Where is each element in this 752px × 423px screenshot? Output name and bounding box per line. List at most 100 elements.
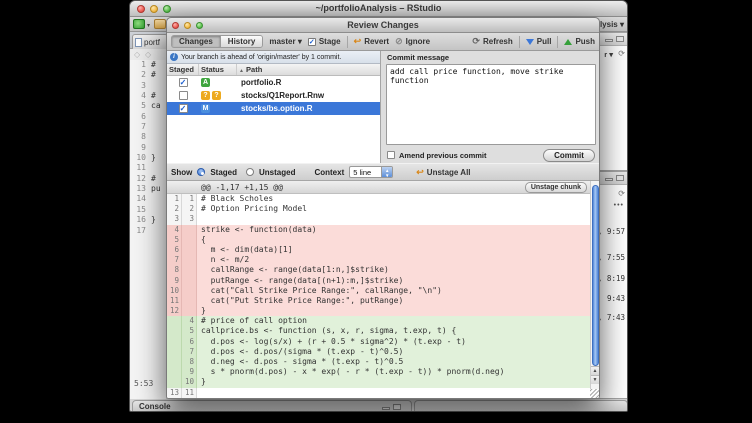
line-number: 12 — [130, 174, 146, 184]
commit-message-input[interactable]: add call price function, move strike fun… — [386, 64, 596, 145]
column-staged[interactable]: Staged — [167, 64, 199, 75]
line-number: 8 — [130, 132, 146, 142]
diff-line-del[interactable]: 11 cat("Put Strike Price Range:", putRan… — [167, 296, 590, 306]
pull-button[interactable]: Pull — [526, 37, 552, 46]
file-row[interactable]: ✓Aportfolio.R — [167, 76, 380, 89]
diff-code: d.neg <- d.pos - sigma * (t.exp - t)^0.5 — [197, 357, 403, 367]
diff-line-ctx[interactable]: 1311 — [167, 388, 590, 398]
file-list: ✓Aportfolio.R??stocks/Q1Report.Rnw ✓ Mstoc… — [167, 76, 380, 163]
diff-line-add[interactable]: 5callprice.bs <- function (s, x, r, sigm… — [167, 326, 590, 336]
file-path: stocks/bs.option.R — [237, 104, 380, 113]
file-row[interactable]: ??stocks/Q1Report.Rnw — [167, 89, 380, 102]
diff-line-del[interactable]: 7 n <- m/2 — [167, 255, 590, 265]
diff-line-ctx[interactable]: 22# Option Pricing Model — [167, 204, 590, 214]
new-file-icon[interactable] — [133, 19, 145, 29]
line-text — [146, 226, 151, 236]
old-line-number: 13 — [167, 388, 182, 398]
line-number: 10 — [130, 153, 146, 163]
context-select[interactable]: 5 line ▲▼ — [349, 166, 393, 178]
amend-checkbox[interactable] — [387, 151, 395, 159]
diff-line-del[interactable]: 6 m <- dim(data)[1] — [167, 245, 590, 255]
source-editor[interactable]: 1#2#34#5ca678910}1112#13pu141516}17 — [130, 60, 167, 399]
new-line-number — [182, 225, 197, 235]
diff-line-ctx[interactable]: 33 — [167, 214, 590, 224]
diff-line-ctx[interactable]: 11# Black Scholes — [167, 194, 590, 204]
pane-minmax-icons[interactable] — [605, 36, 624, 42]
tab-history[interactable]: History — [220, 36, 263, 47]
diff-code: m <- dim(data)[1] — [197, 245, 293, 255]
branch-dropdown[interactable]: master ▾ — [269, 37, 301, 46]
diff-line-del[interactable]: 4strike <- function(data) — [167, 225, 590, 235]
nav-back-icon[interactable]: ◇ — [134, 50, 140, 59]
scroll-up-icon[interactable]: ▲ — [591, 366, 599, 375]
status-cell: M — [199, 104, 237, 113]
refresh-icon[interactable]: ⟳ — [618, 189, 625, 198]
radio-staged[interactable] — [197, 168, 205, 176]
line-text: ca — [146, 101, 161, 111]
diff-code: callRange <- range(data[1:n,]$strike) — [197, 265, 389, 275]
column-status[interactable]: Status — [199, 64, 237, 75]
tab-changes[interactable]: Changes — [172, 36, 220, 47]
line-text — [146, 143, 151, 153]
pane-branch-label[interactable]: r ▾ — [604, 50, 613, 59]
new-line-number: 7 — [182, 347, 197, 357]
line-text — [146, 205, 151, 215]
staged-checkbox[interactable] — [179, 91, 188, 100]
radio-unstaged-label[interactable]: Unstaged — [259, 168, 295, 177]
diff-line-del[interactable]: 8 callRange <- range(data[1:n,]$strike) — [167, 265, 590, 275]
diff-line-add[interactable]: 10} — [167, 377, 590, 387]
diff-line-del[interactable]: 12} — [167, 306, 590, 316]
ignore-button[interactable]: ⊘ Ignore — [395, 36, 430, 47]
line-number: 3 — [130, 81, 146, 91]
new-line-number: 8 — [182, 357, 197, 367]
diff-line-del[interactable]: 10 cat("Call Strike Price Range:", callR… — [167, 286, 590, 296]
tab-portfolio-r[interactable]: portf — [132, 34, 168, 49]
file-row[interactable]: ✓ Mstocks/bs.option.R — [167, 102, 380, 115]
main-titlebar[interactable]: ~/portfolioAnalysis – RStudio — [130, 1, 627, 17]
push-button[interactable]: Push — [564, 37, 595, 46]
refresh-icon[interactable]: ⟳ — [618, 49, 625, 58]
sync-buttons: ⟳ Refresh Pull Push — [472, 36, 595, 48]
revert-button[interactable]: ↩ Revert — [354, 36, 389, 47]
chevron-down-icon[interactable]: ▾ — [147, 22, 150, 29]
console-panel-header[interactable]: Console — [132, 400, 412, 412]
radio-unstaged[interactable] — [246, 168, 254, 176]
resize-grip-icon[interactable] — [590, 389, 599, 398]
diff-lines[interactable]: 11# Black Scholes22# Option Pricing Mode… — [167, 194, 590, 398]
scroll-down-icon[interactable]: ▼ — [591, 375, 599, 384]
dialog-titlebar[interactable]: Review Changes — [167, 18, 599, 33]
refresh-button[interactable]: ⟳ Refresh — [472, 36, 512, 47]
column-path[interactable]: ▲ Path — [237, 64, 380, 75]
diff-line-add[interactable]: 9 s * pnorm(d.pos) - x * exp( - r * (t.e… — [167, 367, 590, 377]
commit-button[interactable]: Commit — [543, 149, 595, 162]
line-number: 11 — [130, 163, 146, 173]
diff-line-del[interactable]: 9 putRange <- range(data[(n+1):m,]$strik… — [167, 276, 590, 286]
line-text — [146, 122, 151, 132]
open-file-icon[interactable] — [154, 19, 166, 29]
unstage-chunk-button[interactable]: Unstage chunk — [525, 182, 587, 193]
console-label: Console — [139, 402, 171, 411]
pane-minmax-icons[interactable] — [605, 175, 624, 181]
view-segmented-control: Changes History — [171, 35, 263, 48]
radio-staged-label[interactable]: Staged — [210, 168, 237, 177]
line-number: 2 — [130, 70, 146, 80]
staged-checkbox[interactable]: ✓ — [179, 78, 188, 87]
diff-line-add[interactable]: 7 d.pos <- d.pos/(sigma * (t.exp - t)^0.… — [167, 347, 590, 357]
stage-button[interactable]: ✓ Stage — [308, 37, 341, 46]
diff-scrollbar[interactable]: ▲ ▼ — [590, 181, 599, 398]
line-text — [146, 81, 151, 91]
diff-line-add[interactable]: 6 d.pos <- log(s/x) + (r + 0.5 * sigma^2… — [167, 337, 590, 347]
old-line-number: 12 — [167, 306, 182, 316]
staged-checkbox[interactable]: ✓ — [179, 104, 188, 113]
old-line-number — [167, 357, 182, 367]
diff-line-add[interactable]: 8 d.neg <- d.pos - sigma * (t.exp - t)^0… — [167, 357, 590, 367]
bottom-right-panel-header[interactable] — [414, 400, 628, 412]
unstage-all-button[interactable]: ↩ Unstage All — [416, 167, 470, 178]
more-icon[interactable]: ••• — [614, 202, 624, 209]
diff-line-del[interactable]: 5{ — [167, 235, 590, 245]
scrollbar-thumb[interactable] — [592, 185, 599, 366]
nav-forward-icon[interactable]: ◇ — [145, 50, 151, 59]
new-line-number — [182, 265, 197, 275]
pane-minmax-icons[interactable] — [382, 404, 401, 410]
diff-line-add[interactable]: 4# price of call option — [167, 316, 590, 326]
